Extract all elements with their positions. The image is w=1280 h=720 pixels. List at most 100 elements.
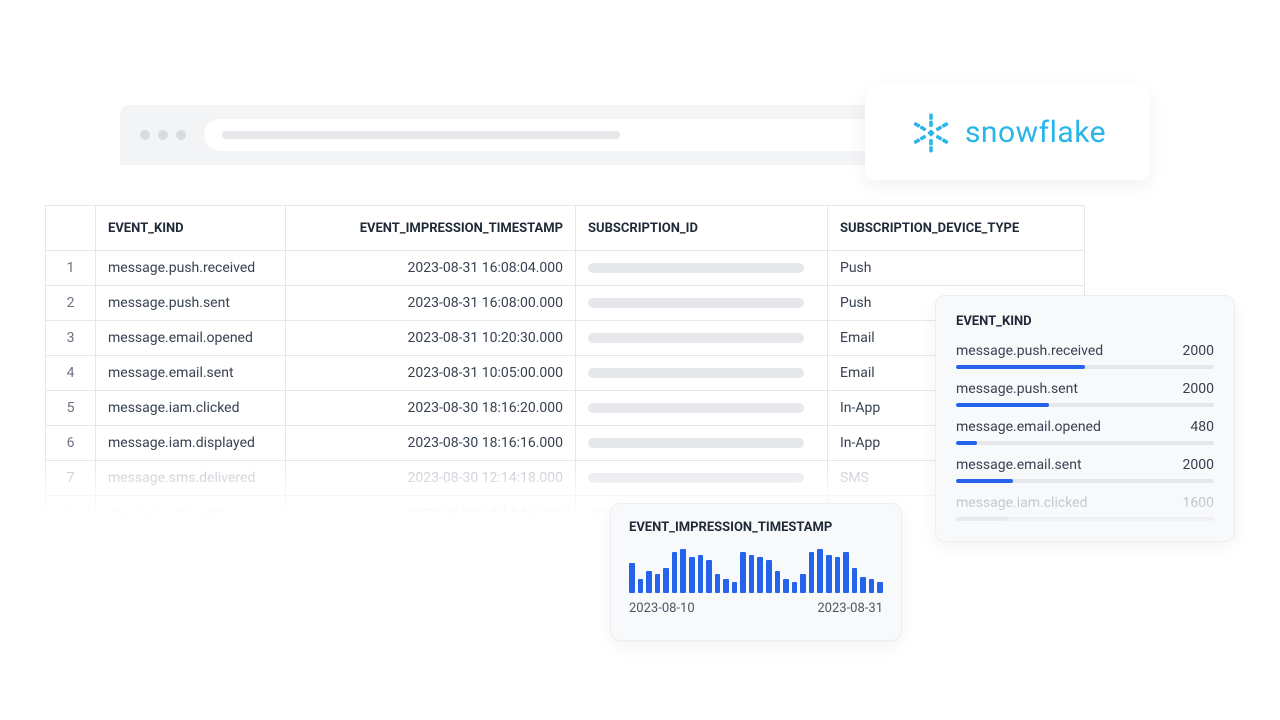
col-header-timestamp[interactable]: EVENT_IMPRESSION_TIMESTAMP — [286, 206, 576, 250]
cell-event-kind: message.email.opened — [96, 321, 286, 355]
histogram-bar — [740, 552, 746, 593]
timestamp-card-title: EVENT_IMPRESSION_TIMESTAMP — [629, 520, 883, 535]
snowflake-wordmark: snowflake — [965, 115, 1106, 150]
event-kind-bar-fill — [956, 403, 1049, 407]
maximize-icon[interactable] — [176, 130, 186, 140]
table-row[interactable]: 8message.sms.sent2023-08-30 12:14:16.000 — [46, 496, 1084, 531]
event-kind-row[interactable]: message.push.received 2000 — [956, 343, 1214, 369]
cell-timestamp: 2023-08-31 10:05:00.000 — [286, 356, 576, 390]
cell-device-type: Push — [828, 251, 1084, 285]
cell-event-kind: message.push.received — [96, 251, 286, 285]
table-row[interactable]: 7message.sms.delivered2023-08-30 12:14:1… — [46, 461, 1084, 496]
table-row[interactable]: 2message.push.sent2023-08-31 16:08:00.00… — [46, 286, 1084, 321]
redacted-pill — [588, 473, 804, 483]
table-row[interactable]: 1message.push.received2023-08-31 16:08:0… — [46, 251, 1084, 286]
event-kind-label: message.email.opened — [956, 419, 1101, 435]
table-row[interactable]: 4message.email.sent2023-08-31 10:05:00.0… — [46, 356, 1084, 391]
row-number: 3 — [46, 321, 96, 355]
event-kind-bar-fill — [956, 441, 977, 445]
timestamp-histogram-card: EVENT_IMPRESSION_TIMESTAMP 2023-08-10 20… — [610, 503, 902, 641]
event-kind-row[interactable]: message.push.sent 2000 — [956, 381, 1214, 407]
histogram-bar — [646, 571, 652, 593]
event-kind-label: message.push.received — [956, 343, 1103, 359]
cell-timestamp: 2023-08-31 16:08:00.000 — [286, 286, 576, 320]
histogram-bar — [817, 549, 823, 593]
histogram-bar — [672, 552, 678, 593]
row-number: 8 — [46, 496, 96, 531]
cell-subscription-id — [576, 356, 828, 390]
col-header-rownum — [46, 206, 96, 250]
event-kind-value: 2000 — [1183, 343, 1214, 359]
histogram-bar — [629, 563, 635, 593]
col-header-device-type[interactable]: SUBSCRIPTION_DEVICE_TYPE — [828, 206, 1084, 250]
histogram-bar — [706, 560, 712, 593]
address-bar[interactable] — [204, 119, 904, 151]
cell-subscription-id — [576, 251, 828, 285]
event-kind-card-title: EVENT_KIND — [956, 314, 1214, 329]
events-table: EVENT_KIND EVENT_IMPRESSION_TIMESTAMP SU… — [45, 205, 1085, 531]
timestamp-histogram — [629, 549, 883, 593]
minimize-icon[interactable] — [158, 130, 168, 140]
histogram-bar — [783, 579, 789, 593]
event-kind-label: message.email.sent — [956, 457, 1082, 473]
histogram-bar — [835, 557, 841, 593]
cell-subscription-id — [576, 286, 828, 320]
histogram-bar — [655, 574, 661, 593]
col-header-event-kind[interactable]: EVENT_KIND — [96, 206, 286, 250]
event-kind-bar-fill — [956, 479, 1013, 483]
histogram-bar — [749, 555, 755, 594]
redacted-pill — [588, 263, 804, 273]
row-number: 1 — [46, 251, 96, 285]
histogram-bar — [766, 560, 772, 593]
event-kind-value: 1600 — [1183, 495, 1214, 511]
window-controls — [140, 130, 186, 140]
cell-timestamp: 2023-08-31 10:20:30.000 — [286, 321, 576, 355]
histogram-bar — [723, 579, 729, 593]
histogram-bar — [826, 555, 832, 594]
cell-timestamp: 2023-08-30 18:16:16.000 — [286, 426, 576, 460]
snowflake-icon — [909, 111, 953, 155]
table-row[interactable]: 6message.iam.displayed2023-08-30 18:16:1… — [46, 426, 1084, 461]
event-kind-row[interactable]: message.email.opened480 — [956, 419, 1214, 445]
cell-event-kind: message.iam.displayed — [96, 426, 286, 460]
cell-event-kind: message.email.sent — [96, 356, 286, 390]
address-placeholder — [222, 131, 620, 139]
histogram-bar — [680, 549, 686, 593]
cell-subscription-id — [576, 391, 828, 425]
event-kind-label: message.push.sent — [956, 381, 1078, 397]
col-header-subscription-id[interactable]: SUBSCRIPTION_ID — [576, 206, 828, 250]
histogram-bar — [698, 555, 704, 594]
event-kind-value: 2000 — [1183, 381, 1214, 397]
histogram-bar — [757, 557, 763, 593]
cell-subscription-id — [576, 426, 828, 460]
table-header: EVENT_KIND EVENT_IMPRESSION_TIMESTAMP SU… — [46, 206, 1084, 251]
histogram-bar — [663, 568, 669, 593]
timestamp-axis-labels: 2023-08-10 2023-08-31 — [629, 601, 883, 616]
cell-timestamp: 2023-08-31 16:08:04.000 — [286, 251, 576, 285]
cell-timestamp: 2023-08-30 18:16:20.000 — [286, 391, 576, 425]
close-icon[interactable] — [140, 130, 150, 140]
redacted-pill — [588, 438, 804, 448]
event-kind-row[interactable]: message.iam.clicked1600 — [956, 495, 1214, 521]
cell-timestamp: 2023-08-30 12:14:16.000 — [286, 496, 576, 531]
histogram-bar — [877, 582, 883, 593]
row-number: 4 — [46, 356, 96, 390]
histogram-bar — [800, 574, 806, 593]
table-row[interactable]: 3message.email.opened2023-08-31 10:20:30… — [46, 321, 1084, 356]
snowflake-logo-card: snowflake — [865, 85, 1150, 180]
histogram-bar — [732, 582, 738, 593]
cell-subscription-id — [576, 321, 828, 355]
redacted-pill — [588, 403, 804, 413]
event-kind-bar-fill — [956, 517, 1008, 521]
cell-timestamp: 2023-08-30 12:14:18.000 — [286, 461, 576, 495]
event-kind-summary-card: EVENT_KIND message.push.received2000mess… — [935, 295, 1235, 542]
cell-subscription-id — [576, 461, 828, 495]
event-kind-bar-track — [956, 403, 1214, 407]
row-number: 5 — [46, 391, 96, 425]
event-kind-row[interactable]: message.email.sent2000 — [956, 457, 1214, 483]
histogram-bar — [775, 571, 781, 593]
event-kind-bar-track — [956, 479, 1214, 483]
cell-event-kind: message.sms.delivered — [96, 461, 286, 495]
histogram-bar — [852, 568, 858, 593]
table-row[interactable]: 5message.iam.clicked2023-08-30 18:16:20.… — [46, 391, 1084, 426]
